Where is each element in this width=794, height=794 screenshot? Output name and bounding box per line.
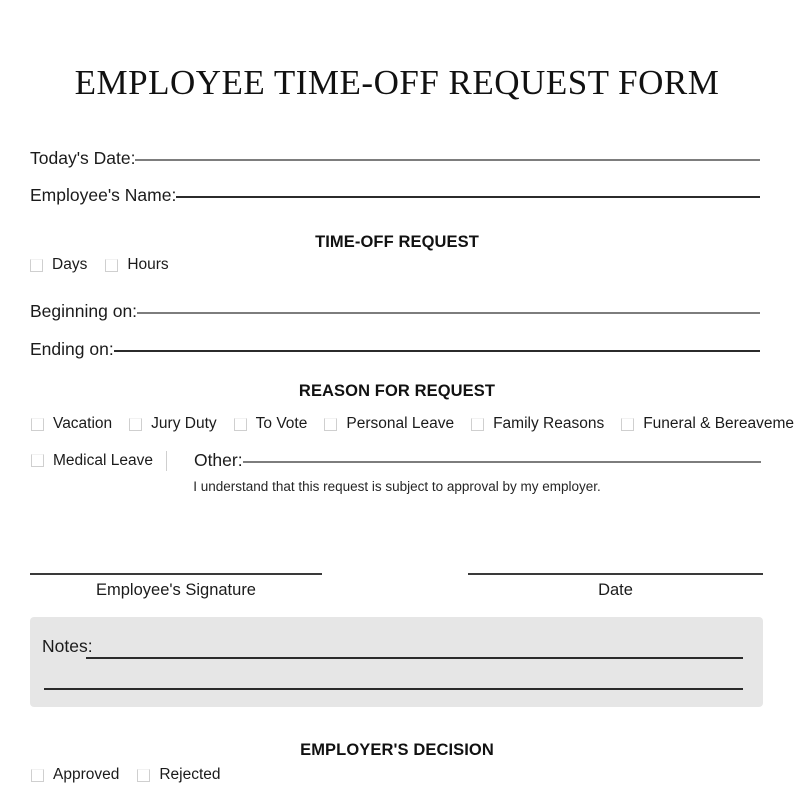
vertical-separator bbox=[165, 450, 167, 471]
todays-date-label: Today's Date: bbox=[30, 148, 136, 168]
notes-label: Notes: bbox=[42, 636, 93, 656]
checkbox-label-to-vote: To Vote bbox=[255, 415, 308, 432]
checkbox-item-days[interactable]: Days bbox=[30, 256, 87, 274]
employer-decision-options-row: Approved Rejected bbox=[31, 766, 221, 784]
field-beginning-on[interactable]: Beginning on: bbox=[30, 301, 760, 322]
beginning-on-input-rule[interactable] bbox=[137, 312, 760, 314]
reason-options-row-2: Medical Leave Other: bbox=[31, 450, 761, 471]
checkbox-item-approved[interactable]: Approved bbox=[31, 766, 119, 784]
other-input-rule[interactable] bbox=[242, 461, 761, 463]
form-page: EMPLOYEE TIME-OFF REQUEST FORM Today's D… bbox=[0, 0, 794, 794]
checkbox-item-personal-leave[interactable]: Personal Leave bbox=[324, 415, 454, 433]
checkbox-jury-duty[interactable] bbox=[129, 417, 143, 431]
reason-options-row-1: Vacation Jury Duty To Vote Personal Leav… bbox=[31, 415, 794, 433]
section-heading-employer-decision: EMPLOYER'S DECISION bbox=[300, 741, 494, 759]
duration-options-row: Days Hours bbox=[30, 256, 169, 274]
checkbox-item-rejected[interactable]: Rejected bbox=[137, 766, 221, 784]
signature-date-line[interactable] bbox=[468, 573, 763, 575]
checkbox-label-vacation: Vacation bbox=[53, 415, 113, 432]
field-todays-date[interactable]: Today's Date: bbox=[30, 148, 760, 169]
notes-input-rule-2[interactable] bbox=[44, 688, 743, 690]
employee-signature-line[interactable] bbox=[30, 573, 322, 575]
checkbox-to-vote[interactable] bbox=[233, 417, 247, 431]
checkbox-medical-leave[interactable] bbox=[31, 454, 44, 467]
checkbox-label-family-reasons: Family Reasons bbox=[493, 415, 605, 432]
field-ending-on[interactable]: Ending on: bbox=[30, 339, 760, 360]
beginning-on-label: Beginning on: bbox=[30, 301, 138, 321]
checkbox-funeral-bereavement[interactable] bbox=[621, 417, 635, 431]
field-other[interactable]: Other: bbox=[180, 450, 761, 471]
checkbox-item-funeral-bereavement[interactable]: Funeral & Bereavement bbox=[621, 415, 794, 433]
employee-signature-caption: Employee's Signature bbox=[96, 581, 256, 599]
checkbox-approved[interactable] bbox=[31, 768, 44, 782]
checkbox-label-days: Days bbox=[52, 256, 88, 273]
ending-on-input-rule[interactable] bbox=[113, 350, 760, 352]
checkbox-label-personal-leave: Personal Leave bbox=[346, 415, 455, 432]
notes-input-rule-1[interactable] bbox=[86, 657, 743, 659]
checkbox-rejected[interactable] bbox=[137, 768, 151, 782]
checkbox-item-to-vote[interactable]: To Vote bbox=[233, 415, 308, 433]
checkbox-label-rejected: Rejected bbox=[159, 766, 221, 783]
checkbox-item-medical-leave[interactable]: Medical Leave bbox=[31, 452, 153, 470]
checkbox-label-jury-duty: Jury Duty bbox=[151, 415, 217, 432]
checkbox-item-jury-duty[interactable]: Jury Duty bbox=[129, 415, 217, 433]
section-heading-time-off-request: TIME-OFF REQUEST bbox=[315, 233, 479, 251]
ending-on-label: Ending on: bbox=[30, 339, 114, 359]
checkbox-family-reasons[interactable] bbox=[471, 417, 485, 431]
checkbox-label-approved: Approved bbox=[53, 766, 120, 783]
section-heading-reason-for-request: REASON FOR REQUEST bbox=[298, 382, 496, 400]
checkbox-label-medical-leave: Medical Leave bbox=[53, 451, 153, 469]
checkbox-days[interactable] bbox=[30, 258, 43, 272]
checkbox-item-hours[interactable]: Hours bbox=[105, 256, 169, 274]
checkbox-item-vacation[interactable]: Vacation bbox=[31, 415, 112, 433]
approval-disclaimer: I understand that this request is subjec… bbox=[193, 479, 601, 494]
checkbox-item-family-reasons[interactable]: Family Reasons bbox=[471, 415, 604, 433]
checkbox-vacation[interactable] bbox=[31, 417, 44, 431]
signature-date-caption: Date bbox=[598, 581, 633, 599]
other-label: Other: bbox=[193, 450, 243, 470]
checkbox-hours[interactable] bbox=[105, 258, 119, 272]
page-title: EMPLOYEE TIME-OFF REQUEST FORM bbox=[74, 63, 720, 102]
checkbox-label-hours: Hours bbox=[127, 256, 169, 273]
checkbox-label-funeral-bereavement: Funeral & Bereavement bbox=[643, 415, 794, 432]
notes-panel[interactable]: Notes: bbox=[30, 617, 763, 707]
checkbox-personal-leave[interactable] bbox=[324, 417, 338, 431]
employee-name-label: Employee's Name: bbox=[30, 185, 177, 205]
todays-date-input-rule[interactable] bbox=[135, 159, 760, 161]
field-employee-name[interactable]: Employee's Name: bbox=[30, 185, 760, 206]
employee-name-input-rule[interactable] bbox=[176, 196, 760, 198]
